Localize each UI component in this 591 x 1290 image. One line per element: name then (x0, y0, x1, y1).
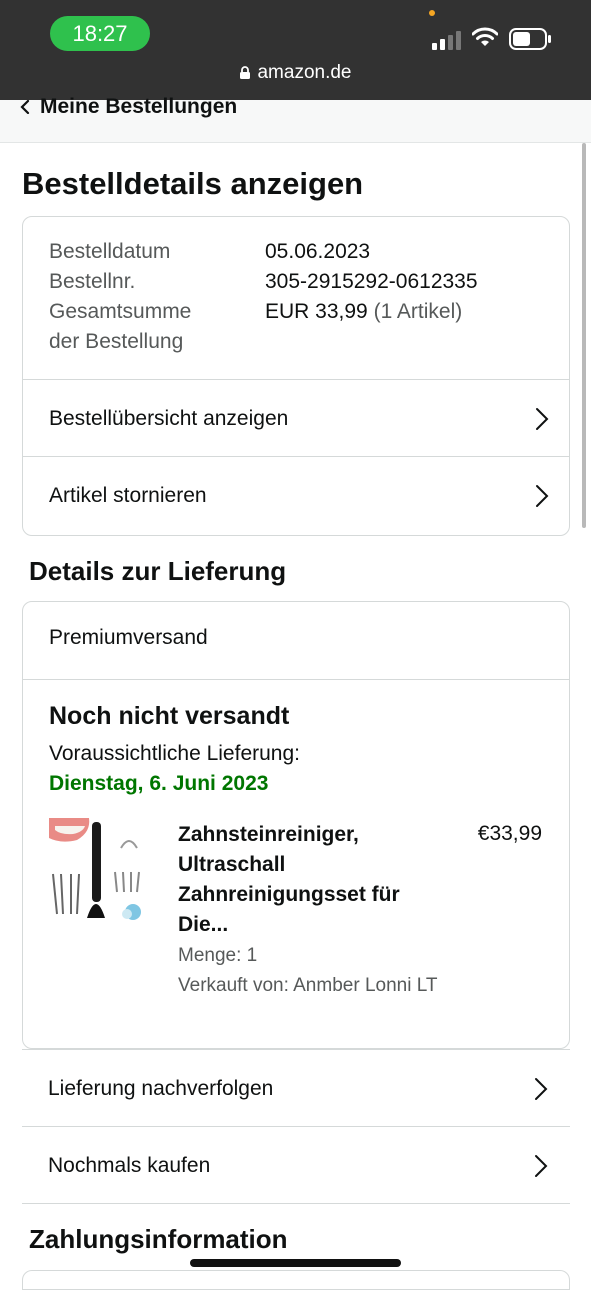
chevron-right-icon (536, 485, 549, 507)
payment-info-heading: Zahlungsinformation (29, 1224, 288, 1254)
order-total-value: EUR 33,99 (1 Artikel) (265, 297, 462, 327)
order-number-label: Bestellnr. (49, 270, 136, 293)
track-delivery-link[interactable]: Lieferung nachverfolgen (22, 1049, 570, 1127)
privacy-indicator-dot (429, 10, 435, 16)
buy-again-label: Nochmals kaufen (48, 1153, 211, 1177)
product-price: €33,99 (477, 822, 542, 845)
cellular-signal-icon (432, 28, 464, 50)
chevron-right-icon (536, 408, 549, 430)
back-link-label: Meine Bestellungen (40, 95, 238, 118)
url-text: amazon.de (257, 62, 352, 83)
divider (22, 1203, 570, 1204)
cancel-items-label: Artikel stornieren (49, 483, 207, 507)
chevron-right-icon (535, 1155, 548, 1177)
page-title: Bestelldetails anzeigen (22, 166, 364, 201)
order-date-value: 05.06.2023 (265, 240, 371, 263)
url-bar[interactable]: amazon.de (0, 62, 591, 84)
wifi-icon (472, 27, 498, 46)
battery-icon (509, 28, 551, 50)
page-scrollbar[interactable] (582, 143, 586, 528)
shipping-method: Premiumversand (49, 626, 208, 649)
status-time: 18:27 (50, 16, 150, 51)
payment-card (22, 1270, 570, 1290)
product-title-line: Ultraschall (178, 853, 286, 876)
track-delivery-label: Lieferung nachverfolgen (48, 1076, 274, 1100)
product-image[interactable] (49, 818, 149, 928)
order-summary-card: Bestelldatum 05.06.2023 Bestellnr. 305-2… (22, 216, 570, 536)
chevron-left-icon (20, 100, 30, 114)
product-title-line: Zahnsteinreiniger, (178, 823, 359, 846)
delivery-card: Premiumversand Noch nicht versandt Vorau… (22, 601, 570, 1049)
expected-delivery-date: Dienstag, 6. Juni 2023 (49, 772, 269, 795)
home-indicator[interactable] (190, 1259, 401, 1267)
order-total-amount: EUR 33,99 (265, 300, 368, 323)
expected-delivery-label: Voraussichtliche Lieferung: (49, 742, 300, 765)
order-total-label-line2: der Bestellung (49, 330, 184, 353)
product-quantity: Menge: 1 (178, 945, 258, 966)
lock-icon (240, 66, 251, 79)
order-date-label: Bestelldatum (49, 240, 171, 263)
delivery-details-heading: Details zur Lieferung (29, 556, 287, 586)
product-title-line: Die... (178, 913, 229, 936)
buy-again-link[interactable]: Nochmals kaufen (22, 1126, 570, 1204)
cancel-items-link[interactable]: Artikel stornieren (23, 456, 569, 534)
order-total-items: (1 Artikel) (373, 300, 463, 323)
sub-nav: Meine Bestellungen (0, 95, 591, 143)
status-bar: 18:27 amazon.de (0, 0, 591, 100)
order-number-value: 305-2915292-0612335 (265, 270, 478, 293)
view-order-summary-label: Bestellübersicht anzeigen (49, 406, 289, 430)
product-seller: Verkauft von: Anmber Lonni LT (178, 975, 438, 996)
back-to-orders-link[interactable]: Meine Bestellungen (20, 95, 237, 119)
product-title-line: Zahnreinigungsset für (178, 883, 400, 906)
shipment-status: Noch nicht versandt (49, 702, 290, 730)
view-order-summary-link[interactable]: Bestellübersicht anzeigen (23, 379, 569, 457)
divider (23, 679, 569, 680)
chevron-right-icon (535, 1078, 548, 1100)
order-total-label-line1: Gesamtsumme (49, 300, 192, 323)
product-title-link[interactable]: Zahnsteinreiniger, Ultraschall Zahnreini… (178, 820, 438, 940)
